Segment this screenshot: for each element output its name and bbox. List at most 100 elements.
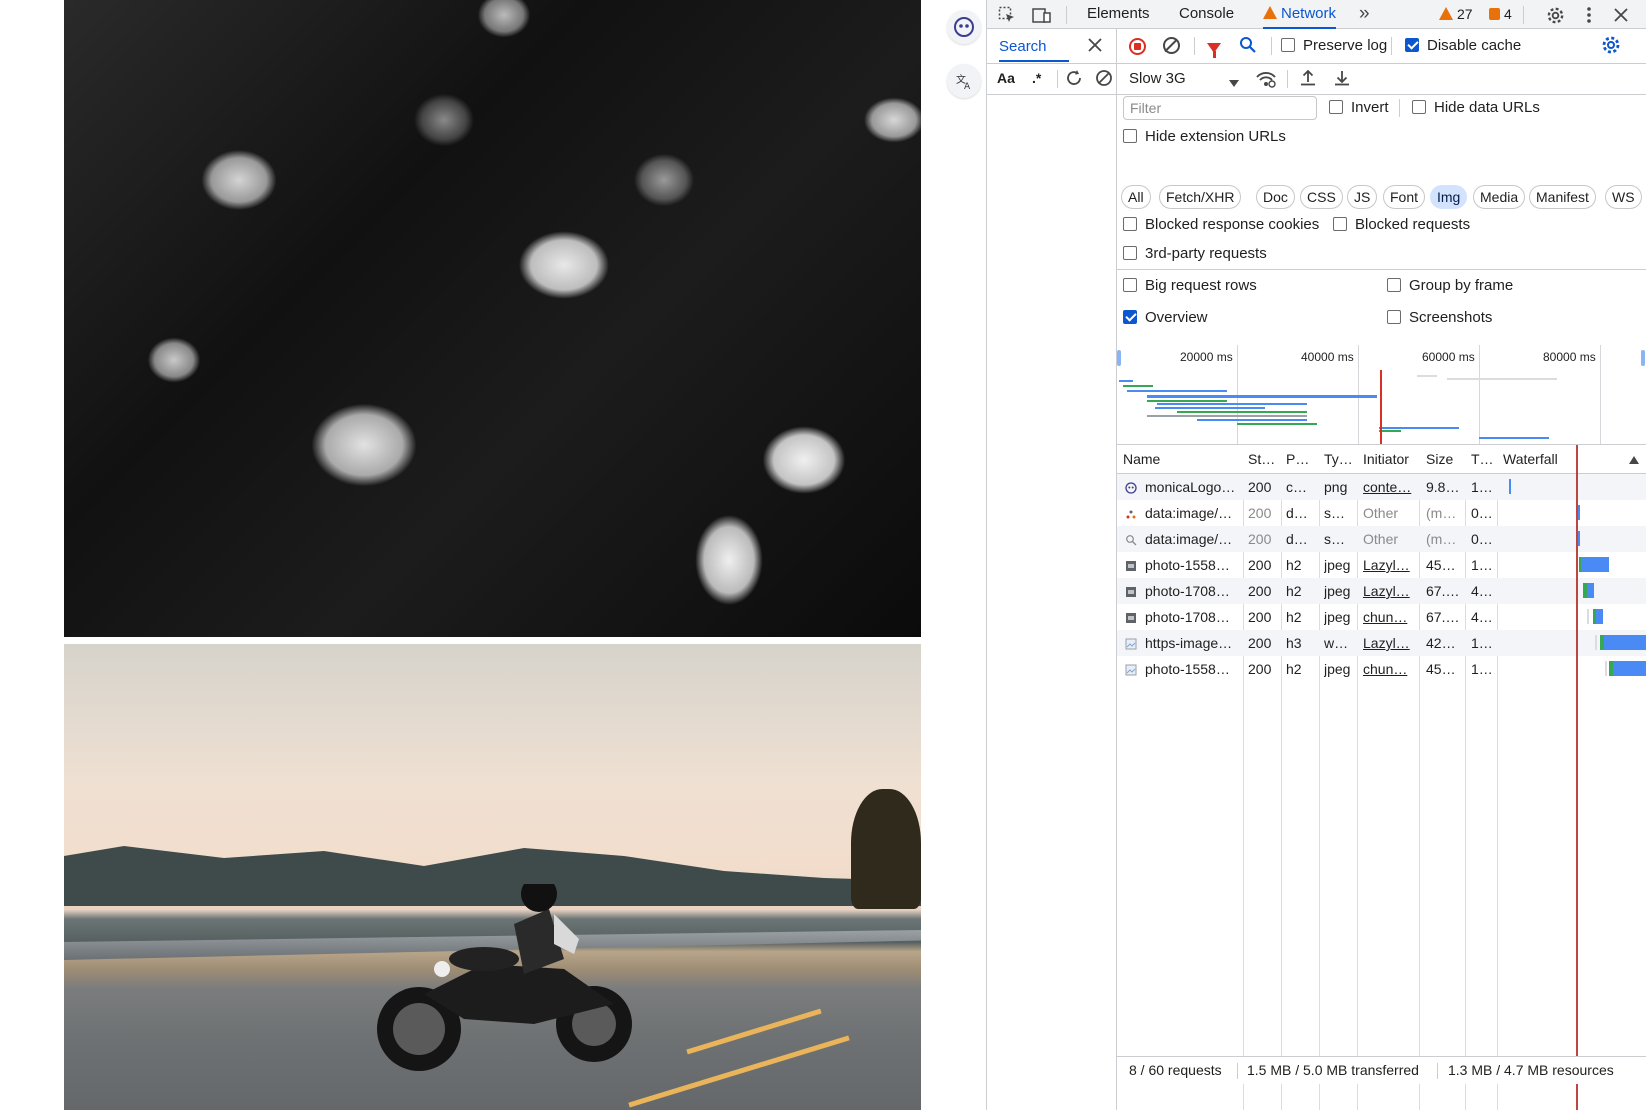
network-overview[interactable]: 20000 ms 40000 ms 60000 ms 80000 ms [1117, 345, 1646, 445]
refresh-icon[interactable] [1065, 69, 1083, 90]
device-toolbar-icon[interactable] [1032, 5, 1052, 25]
column-header-name[interactable]: Name [1123, 445, 1239, 474]
tab-console[interactable]: Console [1179, 0, 1234, 29]
cell-time: 4… [1471, 583, 1493, 599]
warnings-badge[interactable]: 27 [1439, 0, 1473, 29]
checkbox[interactable] [1329, 100, 1343, 114]
close-search-icon[interactable] [1088, 37, 1102, 57]
column-header-status[interactable]: St… [1248, 445, 1280, 474]
column-header-protocol[interactable]: P… [1286, 445, 1318, 474]
search-svg-icon [1125, 533, 1137, 546]
cell-protocol: h2 [1286, 557, 1302, 573]
cell-type: png [1324, 479, 1348, 495]
search-icon[interactable] [1239, 36, 1257, 58]
column-header-initiator[interactable]: Initiator [1363, 445, 1419, 474]
web-page[interactable] [0, 0, 998, 1110]
regex-button[interactable]: .* [1032, 70, 1041, 86]
close-devtools-icon[interactable] [1611, 5, 1631, 25]
grid-line [1479, 345, 1480, 444]
table-row[interactable]: data:image/… 200 d… s… Other (m… 0… [1117, 526, 1646, 552]
cell-initiator[interactable]: chun… [1363, 604, 1417, 630]
column-header-waterfall[interactable]: Waterfall [1503, 445, 1603, 474]
table-row[interactable]: photo-1558… 200 h2 jpeg Lazyl… 45… 1… [1117, 552, 1646, 578]
type-filter-fetch-xhr[interactable]: Fetch/XHR [1159, 185, 1242, 209]
overview-checkbox[interactable]: Overview [1123, 309, 1208, 326]
network-conditions-icon[interactable] [1255, 69, 1277, 93]
column-header-time[interactable]: T… [1471, 445, 1497, 474]
cell-initiator[interactable]: Lazyl… [1363, 630, 1417, 656]
inspect-element-icon[interactable] [997, 5, 1017, 25]
checkbox[interactable] [1123, 310, 1137, 324]
filter-input[interactable] [1123, 96, 1317, 120]
hide-extension-urls-checkbox[interactable]: Hide extension URLs [1123, 128, 1286, 145]
cell-time: 0… [1471, 505, 1493, 521]
issues-count: 4 [1504, 6, 1512, 22]
checkbox[interactable] [1412, 100, 1426, 114]
settings-gear-icon[interactable] [1545, 5, 1565, 25]
throttling-select[interactable]: Slow 3G [1129, 70, 1186, 87]
overview-right-handle[interactable] [1641, 350, 1645, 366]
cell-initiator[interactable]: Lazyl… [1363, 552, 1417, 578]
table-row[interactable]: monicaLogo… 200 c… png conte… 9.8… 1… [1117, 474, 1646, 500]
translate-icon[interactable]: 文A [947, 64, 981, 98]
checkbox[interactable] [1387, 278, 1401, 292]
type-filter-all[interactable]: All [1121, 185, 1151, 209]
type-filter-font[interactable]: Font [1383, 185, 1426, 209]
type-filter-js[interactable]: JS [1347, 185, 1378, 209]
network-settings-icon[interactable] [1601, 35, 1621, 59]
overview-left-handle[interactable] [1117, 350, 1121, 366]
blocked-requests-checkbox[interactable]: Blocked requests [1333, 216, 1470, 233]
type-filter-doc[interactable]: Doc [1256, 185, 1295, 209]
checkbox[interactable] [1333, 217, 1347, 231]
table-row[interactable]: photo-1558… 200 h2 jpeg chun… 45… 1… [1117, 656, 1646, 682]
cell-initiator[interactable]: chun… [1363, 656, 1417, 682]
preserve-log-checkbox[interactable]: Preserve log [1281, 37, 1387, 54]
table-row[interactable]: photo-1708… 200 h2 jpeg Lazyl… 67.… 4… [1117, 578, 1646, 604]
monica-icon[interactable] [947, 10, 981, 44]
cell-initiator[interactable]: conte… [1363, 474, 1417, 500]
match-case-button[interactable]: Aa [997, 70, 1015, 86]
table-row[interactable]: data:image/… 200 d… s… Other (m… 0… [1117, 500, 1646, 526]
checkbox[interactable] [1123, 129, 1137, 143]
screenshots-checkbox[interactable]: Screenshots [1387, 309, 1492, 326]
type-filter-manifest[interactable]: Manifest [1529, 185, 1596, 209]
tab-elements[interactable]: Elements [1087, 0, 1150, 29]
kebab-menu-icon[interactable] [1579, 5, 1599, 25]
issues-badge[interactable]: 4 [1489, 0, 1512, 29]
column-header-type[interactable]: Ty… [1324, 445, 1356, 474]
record-icon[interactable] [1129, 37, 1146, 55]
clear-log-icon[interactable] [1163, 37, 1180, 58]
sort-ascending-icon[interactable] [1629, 456, 1639, 464]
type-filter-img[interactable]: Img [1430, 185, 1468, 209]
group-by-frame-checkbox[interactable]: Group by frame [1387, 277, 1513, 294]
hide-data-urls-checkbox[interactable]: Hide data URLs [1412, 99, 1540, 116]
checkbox[interactable] [1123, 278, 1137, 292]
third-party-requests-checkbox[interactable]: 3rd-party requests [1123, 245, 1267, 262]
checkbox[interactable] [1281, 38, 1295, 52]
export-har-icon[interactable] [1333, 69, 1351, 91]
column-header-size[interactable]: Size [1426, 445, 1464, 474]
more-tabs-button[interactable]: » [1359, 0, 1370, 29]
disable-cache-label: Disable cache [1427, 37, 1522, 54]
checkbox[interactable] [1387, 310, 1401, 324]
type-filter-css[interactable]: CSS [1300, 185, 1343, 209]
checkbox[interactable] [1405, 38, 1419, 52]
big-request-rows-checkbox[interactable]: Big request rows [1123, 277, 1257, 294]
clear-search-icon[interactable] [1095, 69, 1113, 90]
cell-initiator[interactable]: Lazyl… [1363, 578, 1417, 604]
invert-checkbox[interactable]: Invert [1329, 99, 1389, 116]
import-har-icon[interactable] [1299, 69, 1317, 91]
table-row[interactable]: https-image… 200 h3 w… Lazyl… 42… 1… [1117, 630, 1646, 656]
big-request-rows-label: Big request rows [1145, 277, 1257, 294]
filter-funnel-icon[interactable] [1207, 40, 1221, 58]
tab-network[interactable]: Network [1263, 0, 1337, 29]
chevron-down-icon[interactable] [1229, 75, 1239, 92]
type-filter-media[interactable]: Media [1473, 185, 1526, 209]
tab-search[interactable]: Search [999, 29, 1069, 62]
checkbox[interactable] [1123, 246, 1137, 260]
blocked-response-cookies-checkbox[interactable]: Blocked response cookies [1123, 216, 1319, 233]
checkbox[interactable] [1123, 217, 1137, 231]
disable-cache-checkbox[interactable]: Disable cache [1405, 37, 1521, 54]
table-row[interactable]: photo-1708… 200 h2 jpeg chun… 67.… 4… [1117, 604, 1646, 630]
type-filter-ws[interactable]: WS [1605, 185, 1642, 209]
